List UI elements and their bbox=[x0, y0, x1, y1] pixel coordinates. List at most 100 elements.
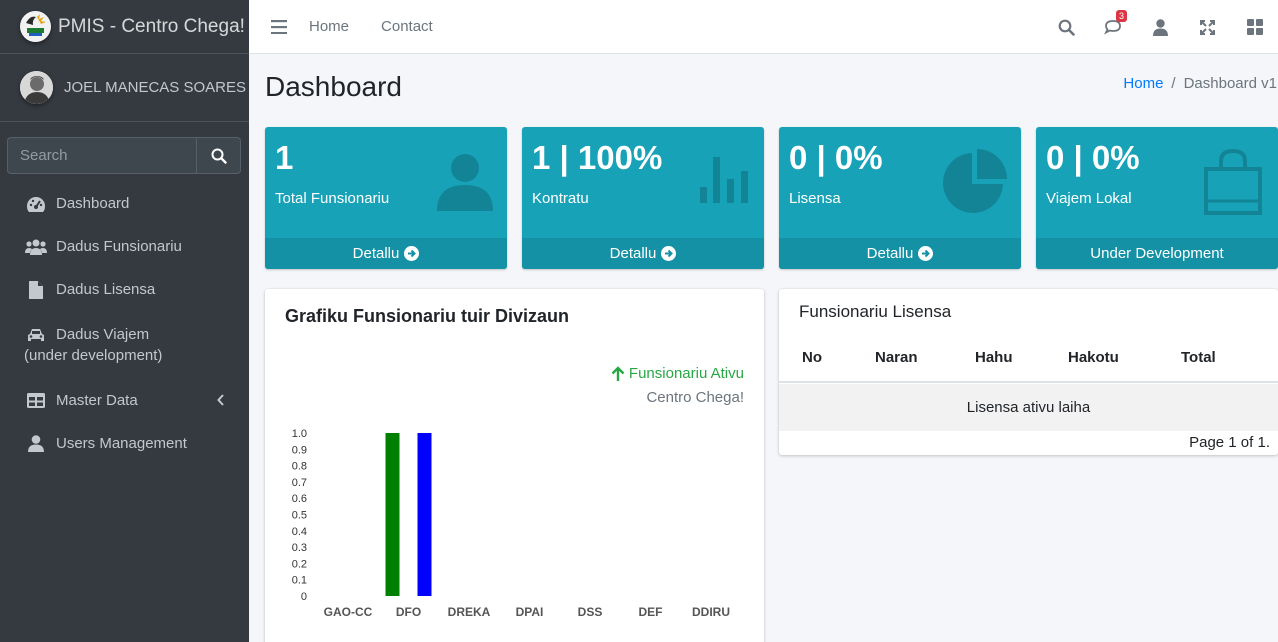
pie-chart-icon bbox=[943, 149, 1007, 218]
y-tick-label: 0.6 bbox=[292, 493, 307, 505]
y-tick-label: 0.3 bbox=[292, 542, 307, 554]
hamburger-icon bbox=[271, 19, 287, 34]
stat-detail-link[interactable]: Detallu bbox=[779, 238, 1021, 269]
bar bbox=[385, 433, 400, 596]
y-tick-label: 0.4 bbox=[292, 526, 307, 538]
x-tick-label: GAO-CC bbox=[324, 605, 373, 619]
table-icon bbox=[24, 392, 48, 410]
legend-active-label: Funsionariu Ativu bbox=[628, 365, 744, 382]
car-icon bbox=[24, 326, 48, 344]
breadcrumb-current: Dashboard v1 bbox=[1183, 75, 1277, 92]
x-tick-label: DPAI bbox=[516, 605, 544, 619]
stat-footer-label: Detallu bbox=[866, 245, 914, 262]
x-tick-label: DDIRU bbox=[692, 605, 730, 619]
chart-card: Grafiku Funsionariu tuir Divizaun Funsio… bbox=[265, 289, 764, 642]
page-title: Dashboard bbox=[265, 71, 402, 102]
stat-label: Lisensa bbox=[789, 190, 841, 207]
sidebar-item-sublabel: (under development) bbox=[24, 347, 163, 364]
stat-value: 0 | 0% bbox=[1046, 139, 1140, 176]
column-header-hahu: Hahu bbox=[975, 349, 1013, 366]
messages-button[interactable]: 3 bbox=[1090, 10, 1137, 35]
x-tick-label: DSS bbox=[578, 605, 603, 619]
file-icon bbox=[24, 280, 48, 299]
sidebar-item-dashboard[interactable]: Dashboard bbox=[8, 182, 241, 225]
arrow-circle-right-icon bbox=[661, 246, 677, 261]
y-tick-label: 0.2 bbox=[292, 558, 307, 570]
sidebar: PMIS - Centro Chega! JOEL MANECAS SOARES bbox=[0, 0, 249, 642]
x-tick-label: DFO bbox=[396, 605, 421, 619]
x-tick-label: DREKA bbox=[448, 605, 491, 619]
menu-toggle-button[interactable] bbox=[249, 19, 309, 34]
stat-label: Kontratu bbox=[532, 190, 589, 207]
bar bbox=[417, 433, 432, 596]
nav-link-home[interactable]: Home bbox=[309, 18, 349, 35]
sidebar-item-dadus-lisensa[interactable]: Dadus Lisensa bbox=[8, 268, 241, 311]
sidebar-item-label: Dadus Funsionariu bbox=[56, 238, 182, 255]
column-header-total: Total bbox=[1181, 349, 1216, 366]
stat-footer-label: Detallu bbox=[352, 245, 400, 262]
stat-box-kontratu: 1 | 100% Kontratu Detallu bbox=[522, 127, 764, 269]
y-tick-label: 0.7 bbox=[292, 477, 307, 489]
x-tick-label: DEF bbox=[639, 605, 663, 619]
sidebar-nav: Dashboard Dadus Funsionariu Dadus Lisens… bbox=[8, 182, 241, 465]
legend-active: Funsionariu Ativu bbox=[611, 365, 744, 382]
fullscreen-button[interactable] bbox=[1184, 19, 1231, 35]
stat-detail-link[interactable]: Detallu bbox=[522, 238, 764, 269]
arrow-circle-right-icon bbox=[404, 246, 420, 261]
chevron-left-icon bbox=[217, 393, 225, 410]
y-tick-label: 0.9 bbox=[292, 444, 307, 456]
sidebar-item-users-management[interactable]: Users Management bbox=[8, 422, 241, 465]
brand-logo bbox=[20, 11, 51, 42]
y-tick-label: 0 bbox=[301, 591, 307, 603]
shopping-bag-icon bbox=[1202, 148, 1264, 220]
brand-link[interactable]: PMIS - Centro Chega! bbox=[0, 0, 249, 54]
nav-link-contact[interactable]: Contact bbox=[381, 18, 433, 35]
breadcrumb-home-link[interactable]: Home bbox=[1123, 75, 1163, 92]
stat-value: 1 | 100% bbox=[532, 139, 663, 176]
bar-chart-icon bbox=[700, 157, 748, 208]
sidebar-item-dadus-funsionariu[interactable]: Dadus Funsionariu bbox=[8, 225, 241, 268]
sidebar-item-master-data[interactable]: Master Data bbox=[8, 379, 241, 422]
sidebar-item-label: Users Management bbox=[56, 435, 187, 452]
user-icon bbox=[1153, 18, 1168, 36]
stat-value: 0 | 0% bbox=[789, 139, 883, 176]
y-tick-label: 0.5 bbox=[292, 510, 307, 522]
breadcrumb-separator: / bbox=[1171, 75, 1176, 92]
column-header-hakotu: Hakotu bbox=[1068, 349, 1119, 366]
sidebar-item-label: Dadus Lisensa bbox=[56, 281, 156, 298]
avatar bbox=[20, 71, 53, 104]
stat-box-lisensa: 0 | 0% Lisensa Detallu bbox=[779, 127, 1021, 269]
sidebar-item-label: Master Data bbox=[56, 392, 138, 409]
table-card-title: Funsionariu Lisensa bbox=[799, 302, 952, 321]
sidebar-item-dadus-viajem[interactable]: Dadus Viajem (under development) bbox=[8, 311, 241, 379]
user-icon bbox=[437, 153, 493, 216]
navbar-search-button[interactable] bbox=[1043, 19, 1090, 36]
column-header-no: No bbox=[802, 349, 822, 366]
table-empty-row: Lisensa ativu laiha bbox=[779, 384, 1278, 431]
arrow-up-icon bbox=[611, 365, 625, 381]
chart-title: Grafiku Funsionariu tuir Divizaun bbox=[285, 306, 570, 326]
stat-box-viajem-lokal: 0 | 0% Viajem Lokal Under Development bbox=[1036, 127, 1278, 269]
sidebar-item-label: Dashboard bbox=[56, 195, 130, 212]
stat-box-total-funsionariu: 1 Total Funsionariu Detallu bbox=[265, 127, 507, 269]
sidebar-search bbox=[7, 137, 241, 174]
brand-title: PMIS - Centro Chega! bbox=[58, 15, 245, 37]
legend-org: Centro Chega! bbox=[646, 389, 744, 406]
stat-detail-link[interactable]: Detallu bbox=[265, 238, 507, 269]
stat-value: 1 bbox=[275, 139, 294, 176]
column-header-naran: Naran bbox=[875, 349, 918, 366]
user-menu-button[interactable] bbox=[1137, 18, 1184, 36]
search-input[interactable] bbox=[7, 137, 196, 174]
users-icon bbox=[24, 238, 48, 256]
control-sidebar-button[interactable] bbox=[1231, 19, 1278, 35]
y-tick-label: 0.1 bbox=[292, 575, 307, 587]
breadcrumb: Home / Dashboard v1 bbox=[1123, 75, 1277, 92]
top-navbar: Home Contact 3 bbox=[249, 0, 1278, 54]
search-icon bbox=[1058, 19, 1075, 36]
user-panel[interactable]: JOEL MANECAS SOARES bbox=[0, 54, 249, 122]
stat-detail-link[interactable]: Under Development bbox=[1036, 238, 1278, 269]
bar-chart: 1.0 0.9 0.8 0.7 0.6 0.5 0.4 0.3 0.2 0.1 0 GAO-CC DFO… bbox=[292, 428, 730, 619]
search-button[interactable] bbox=[196, 137, 241, 174]
user-icon bbox=[24, 435, 48, 453]
stat-label: Viajem Lokal bbox=[1046, 190, 1132, 207]
